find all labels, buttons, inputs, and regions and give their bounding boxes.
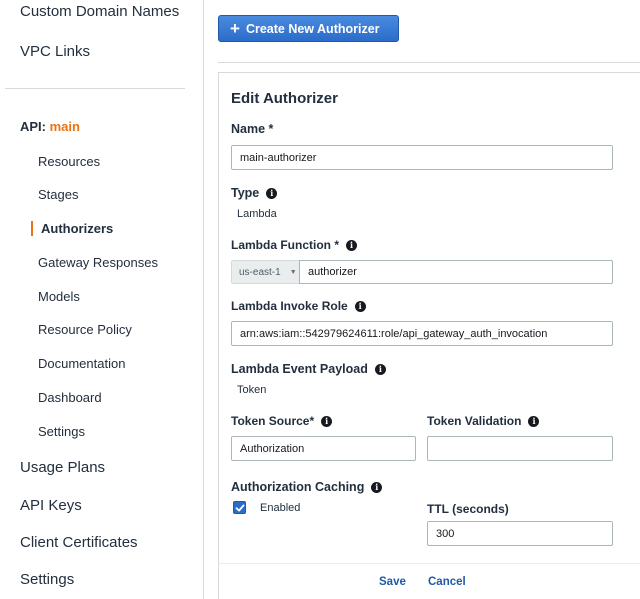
sidebar-item-gateway-responses[interactable]: Gateway Responses — [38, 255, 158, 270]
type-label-text: Type — [231, 186, 260, 200]
caching-label-text: Authorization Caching — [231, 480, 365, 494]
form-footer-divider — [219, 563, 640, 564]
info-icon[interactable]: i — [321, 415, 333, 427]
name-label-text: Name * — [231, 122, 274, 136]
token-validation-label-text: Token Validation — [427, 414, 522, 428]
token-source-label: Token Source* i — [231, 414, 333, 428]
ttl-label: TTL (seconds) — [427, 502, 509, 516]
lambda-function-label: Lambda Function * i — [231, 238, 357, 252]
invoke-role-label: Lambda Invoke Role i — [231, 299, 366, 313]
invoke-role-input[interactable]: arn:aws:iam::542979624611:role/api_gatew… — [231, 321, 613, 346]
region-select[interactable]: us-east-1 ▼ — [231, 260, 300, 284]
checkmark-icon — [235, 504, 244, 511]
type-value: Lambda — [237, 208, 277, 220]
main-divider — [218, 62, 640, 63]
api-prefix: API: — [20, 119, 46, 134]
edit-authorizer-panel: Edit Authorizer Name * main-authorizer T… — [218, 72, 640, 599]
info-icon[interactable]: i — [528, 415, 540, 427]
info-icon[interactable]: i — [374, 363, 386, 375]
info-icon[interactable]: i — [346, 239, 357, 251]
sidebar-item-dashboard[interactable]: Dashboard — [38, 390, 102, 405]
info-icon[interactable]: i — [266, 187, 278, 199]
api-name: main — [49, 119, 80, 134]
sidebar-item-stages[interactable]: Stages — [38, 187, 78, 202]
sidebar-nav: Custom Domain Names VPC Links API: main … — [0, 0, 204, 599]
region-value: us-east-1 — [239, 266, 281, 278]
name-input[interactable]: main-authorizer — [231, 145, 613, 170]
token-validation-input[interactable] — [427, 436, 613, 461]
chevron-down-icon: ▼ — [289, 268, 297, 276]
caching-enabled-label: Enabled — [260, 502, 301, 514]
sidebar-item-resources[interactable]: Resources — [38, 154, 100, 169]
sidebar-item-resource-policy[interactable]: Resource Policy — [38, 322, 132, 337]
event-payload-value: Token — [237, 384, 267, 396]
create-new-authorizer-button[interactable]: + Create New Authorizer — [218, 15, 399, 42]
info-icon[interactable]: i — [354, 300, 366, 312]
ttl-label-text: TTL (seconds) — [427, 502, 509, 516]
sidebar-item-api-settings[interactable]: Settings — [38, 424, 85, 439]
sidebar-divider — [5, 88, 185, 89]
panel-title: Edit Authorizer — [231, 90, 338, 107]
plus-icon: + — [230, 19, 240, 38]
event-payload-label: Lambda Event Payload i — [231, 362, 386, 376]
sidebar-item-vpc-links[interactable]: VPC Links — [20, 43, 90, 60]
api-section-header[interactable]: API: main — [20, 119, 80, 134]
token-source-label-text: Token Source* — [231, 414, 315, 428]
event-payload-label-text: Lambda Event Payload — [231, 362, 368, 376]
caching-enabled-checkbox[interactable] — [233, 501, 246, 514]
sidebar-item-models[interactable]: Models — [38, 289, 80, 304]
sidebar-item-settings[interactable]: Settings — [20, 571, 74, 588]
lambda-function-label-text: Lambda Function * — [231, 238, 339, 252]
caching-label: Authorization Caching i — [231, 480, 383, 494]
info-icon[interactable]: i — [371, 481, 383, 493]
sidebar-item-authorizers[interactable]: Authorizers — [41, 221, 113, 236]
sidebar-item-usage-plans[interactable]: Usage Plans — [20, 459, 105, 476]
create-button-label: Create New Authorizer — [245, 21, 380, 36]
token-validation-label: Token Validation i — [427, 414, 540, 428]
ttl-input[interactable]: 300 — [427, 521, 613, 546]
sidebar-item-api-keys[interactable]: API Keys — [20, 497, 82, 514]
active-indicator — [31, 221, 33, 236]
sidebar-item-documentation[interactable]: Documentation — [38, 356, 125, 371]
save-button[interactable]: Save — [379, 576, 406, 588]
invoke-role-label-text: Lambda Invoke Role — [231, 299, 348, 313]
name-label: Name * — [231, 122, 273, 136]
lambda-function-input[interactable]: authorizer — [299, 260, 613, 284]
sidebar-item-client-certificates[interactable]: Client Certificates — [20, 534, 138, 551]
cancel-button[interactable]: Cancel — [428, 576, 466, 588]
sidebar-item-custom-domain-names[interactable]: Custom Domain Names — [20, 3, 179, 20]
token-source-input[interactable]: Authorization — [231, 436, 416, 461]
type-label: Type i — [231, 186, 278, 200]
